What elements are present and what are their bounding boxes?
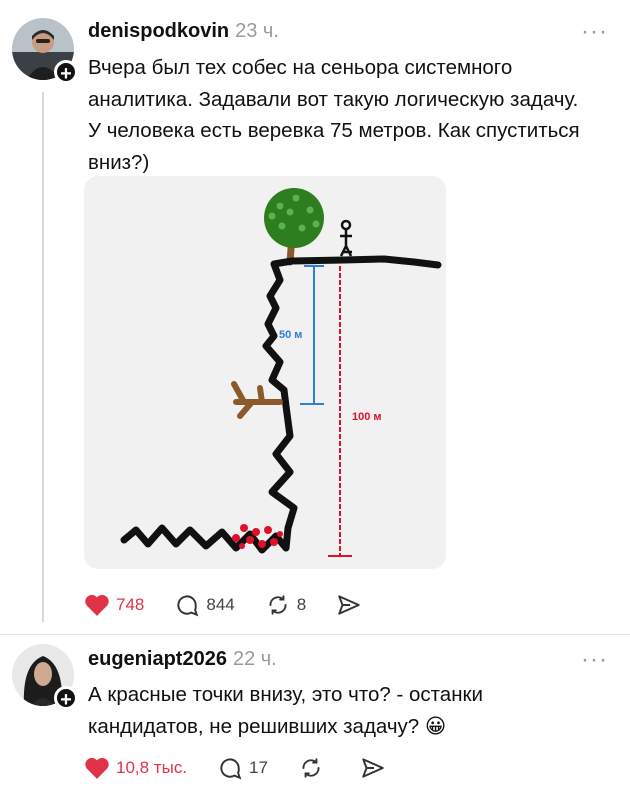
- comment-button[interactable]: 17: [217, 755, 268, 781]
- comment-username[interactable]: eugeniapt2026: [88, 648, 227, 670]
- cliff-drawing: 50 м 100 м: [120, 188, 442, 557]
- comment-text-line: А красные точки внизу, это что? - останк…: [88, 683, 483, 706]
- post-avatar[interactable]: +: [12, 18, 78, 85]
- post-more-icon[interactable]: ···: [581, 18, 608, 46]
- comment-actions: 10,8 тыс. 17: [84, 753, 422, 783]
- share-button[interactable]: [336, 593, 368, 617]
- comment-count: 844: [206, 595, 235, 614]
- follow-plus-icon[interactable]: +: [54, 686, 78, 711]
- person-figure: [339, 219, 353, 257]
- post-text-line: Вчера был тех собес на сеньора системног…: [88, 56, 513, 79]
- thread-line: [42, 92, 44, 622]
- post-username[interactable]: denispodkovin: [88, 20, 229, 42]
- repost-icon: [302, 758, 320, 778]
- heart-icon: [85, 594, 109, 616]
- post-header: denispodkovin 23 ч.: [88, 20, 279, 43]
- heart-icon: [85, 757, 109, 779]
- like-button[interactable]: 748: [84, 593, 144, 617]
- comment-button[interactable]: 844: [174, 592, 235, 618]
- comment-text-line: кандидатов, не решивших задачу? 😀: [88, 714, 447, 738]
- comment-more-icon[interactable]: ···: [581, 646, 608, 674]
- send-icon: [362, 758, 384, 778]
- post: + denispodkovin 23 ч. ··· Вчера был тех с…: [0, 0, 630, 634]
- post-text-line: аналитика. Задавали вот такую логическую…: [88, 87, 579, 111]
- post-text-line: У человека есть веревка 75 метров. Как с…: [88, 119, 580, 142]
- post-text: Вчера был тех собес на сеньора системног…: [88, 52, 618, 178]
- comment-bubble-icon: [220, 758, 242, 780]
- like-count: 10,8 тыс.: [116, 758, 188, 777]
- post-actions: 748 844 8: [84, 590, 398, 620]
- like-button[interactable]: 10,8 тыс.: [84, 756, 187, 780]
- comment-bubble-icon: [177, 595, 199, 617]
- post-image[interactable]: 50 м 100 м: [84, 176, 446, 569]
- post-time: 23 ч.: [235, 20, 279, 42]
- span-100m: [328, 266, 352, 557]
- repost-icon: [269, 595, 287, 615]
- comment-text: А красные точки внизу, это что? - останк…: [88, 679, 618, 742]
- comment: + eugeniapt2026 22 ч. ··· А красные точки…: [0, 635, 630, 800]
- repost-button[interactable]: [298, 755, 330, 781]
- send-icon: [338, 595, 360, 615]
- share-button[interactable]: [360, 756, 392, 780]
- post-text-line: вниз?): [88, 150, 150, 174]
- comment-count: 17: [249, 758, 268, 777]
- span-100m-label: 100 м: [352, 411, 382, 423]
- branch: [231, 381, 283, 419]
- repost-button[interactable]: 8: [265, 592, 306, 618]
- comment-time: 22 ч.: [232, 648, 277, 670]
- like-count: 748: [116, 595, 145, 614]
- tree-icon: [264, 188, 324, 266]
- follow-plus-icon[interactable]: +: [54, 60, 78, 85]
- comment-avatar[interactable]: +: [12, 644, 78, 711]
- comment-header: eugeniapt2026 22 ч.: [88, 648, 277, 671]
- repost-count: 8: [296, 595, 307, 614]
- span-50m: [300, 265, 324, 405]
- span-50m-label: 50 м: [279, 329, 302, 341]
